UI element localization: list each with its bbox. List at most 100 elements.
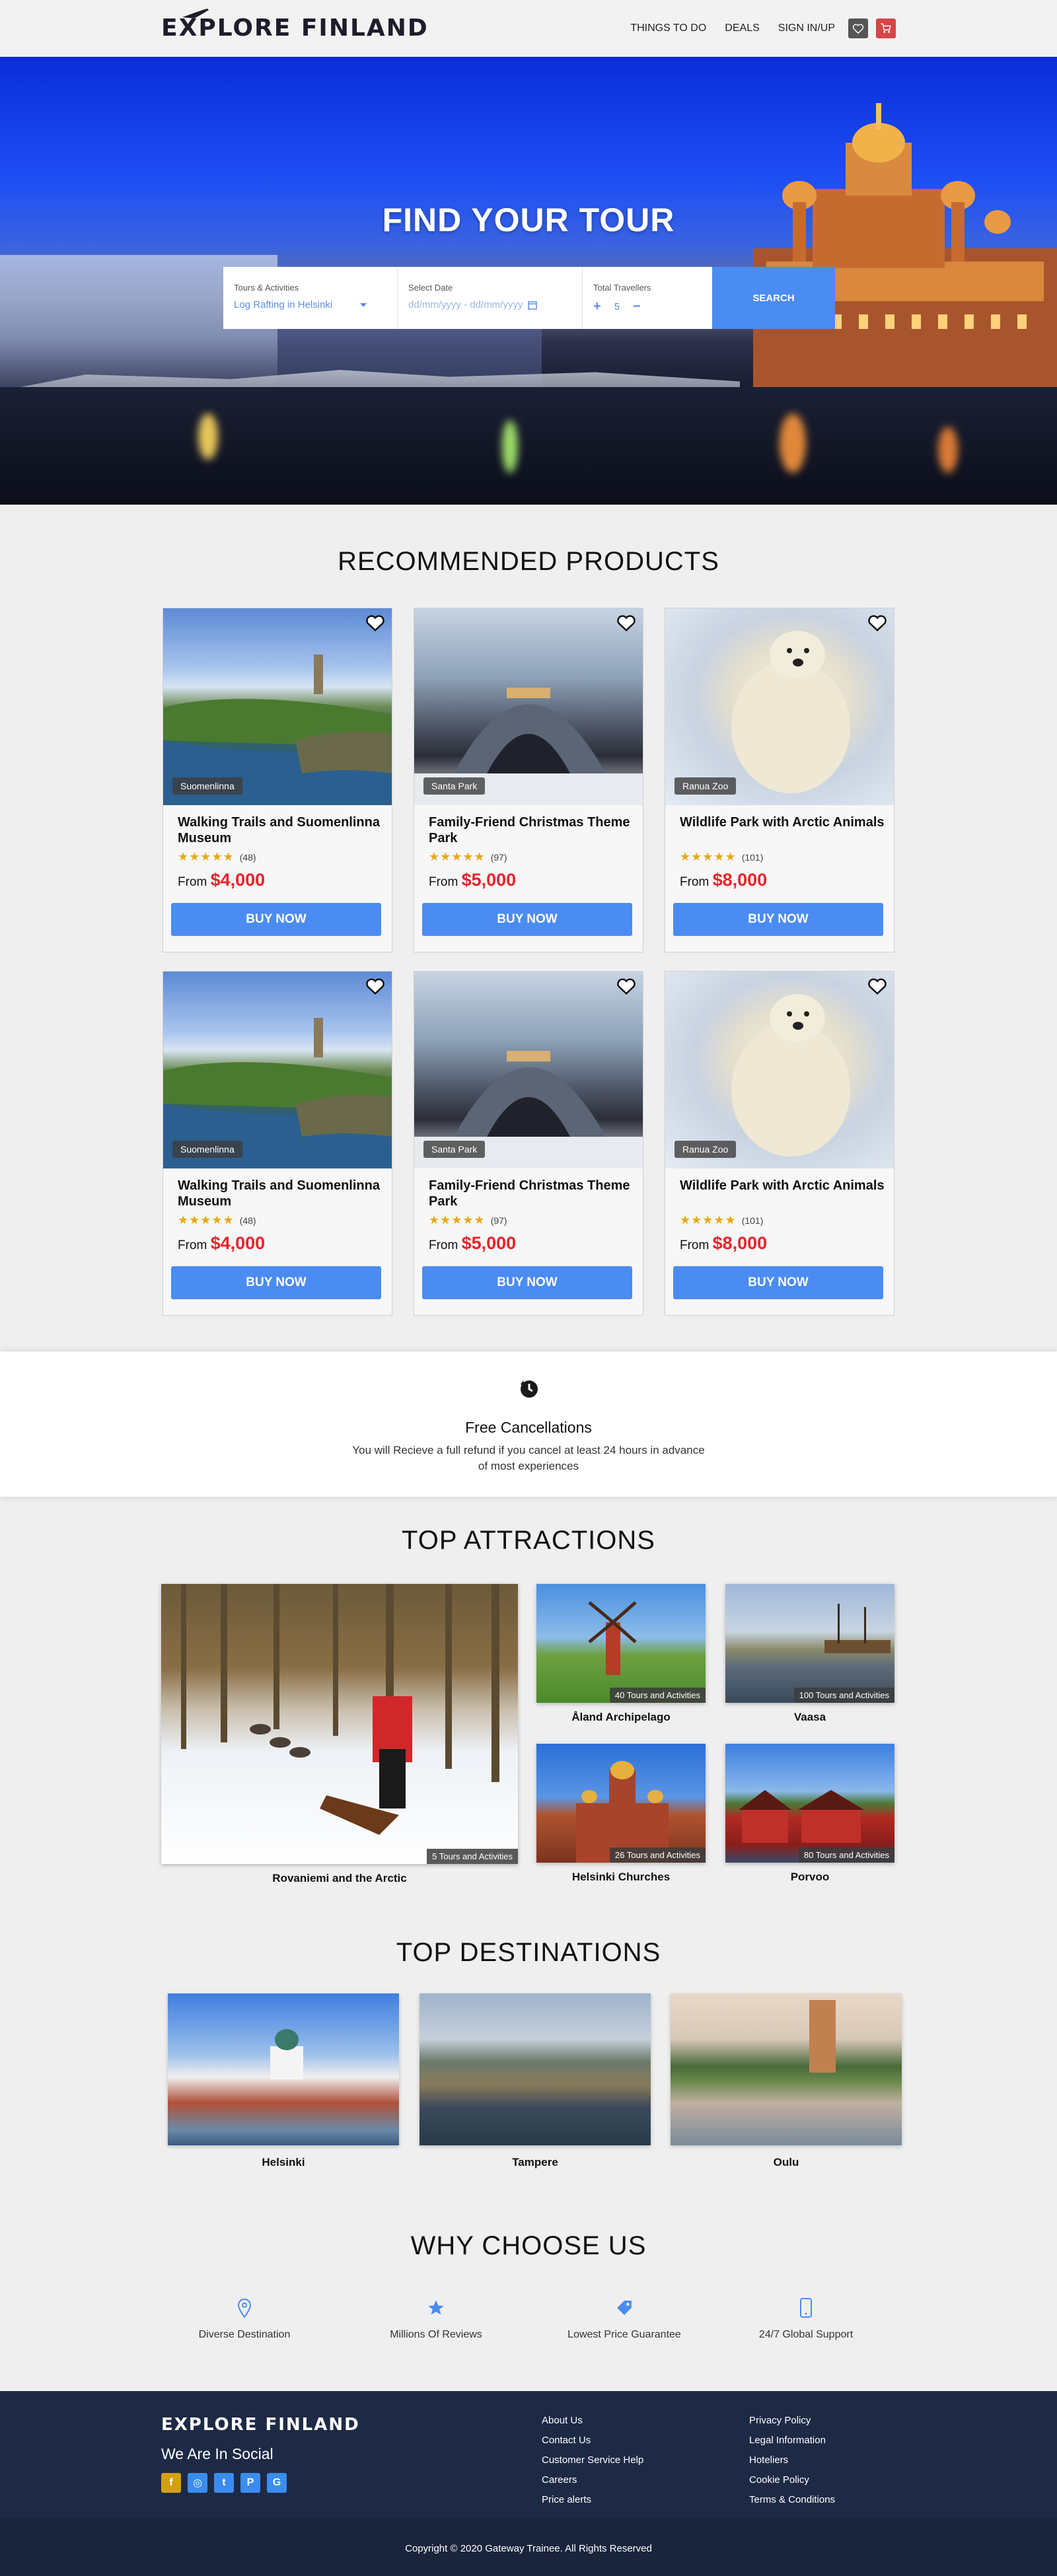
- cathedral-dome-illustration: [270, 2029, 303, 2079]
- tour-count: 40 Tours and Activities: [609, 1688, 706, 1703]
- buy-now-button[interactable]: BUY NOW: [422, 903, 632, 936]
- product-name[interactable]: Family-Friend Christmas Theme Park: [429, 1178, 634, 1209]
- attraction-vaasa[interactable]: 100 Tours and Activities: [725, 1584, 894, 1703]
- buy-now-button[interactable]: BUY NOW: [673, 1266, 883, 1299]
- search-button[interactable]: SEARCH: [712, 267, 835, 329]
- product-image[interactable]: Ranua Zoo: [665, 608, 894, 805]
- santa-park-entrance: [414, 688, 643, 805]
- footer-link[interactable]: Customer Service Help: [542, 2451, 643, 2470]
- footer-link[interactable]: Hoteliers: [749, 2451, 835, 2470]
- travellers-stepper: + 5 −: [593, 299, 702, 314]
- cathedral-illustration: [753, 103, 1057, 413]
- star-rating-icon: ★★★★★: [178, 1213, 235, 1227]
- attraction-rovaniemi[interactable]: 5 Tours and Activities: [161, 1584, 518, 1864]
- attraction-helsinki-churches[interactable]: 26 Tours and Activities: [536, 1744, 706, 1863]
- product-image[interactable]: Ranua Zoo: [665, 972, 894, 1168]
- cart-button[interactable]: [876, 18, 896, 38]
- attraction-porvoo[interactable]: 80 Tours and Activities: [725, 1744, 894, 1863]
- main-nav: THINGS TO DO DEALS SIGN IN/UP: [630, 18, 896, 38]
- footer-logo[interactable]: EXPLORE FINLAND: [161, 2415, 360, 2435]
- location-tag: Santa Park: [423, 1141, 486, 1158]
- review-count: (97): [490, 851, 507, 863]
- product-card[interactable]: Suomenlinna Walking Trails and Suomenlinn…: [163, 971, 392, 1316]
- attraction-label: Rovaniemi and the Arctic: [272, 1872, 407, 1884]
- product-name[interactable]: Walking Trails and Suomenlinna Museum: [178, 814, 383, 846]
- product-name[interactable]: Wildlife Park with Arctic Animals: [680, 1178, 885, 1194]
- heart-icon[interactable]: [867, 977, 887, 995]
- footer-link[interactable]: Contact Us: [542, 2431, 643, 2451]
- instagram-icon[interactable]: ◎: [188, 2473, 207, 2493]
- tours-field[interactable]: Tours & Activities Log Rafting in Helsin…: [223, 267, 398, 329]
- product-card[interactable]: Ranua Zoo Wildlife Park with Arctic Anima…: [665, 971, 894, 1316]
- star-icon: [428, 2300, 444, 2315]
- destination-label: Oulu: [773, 2156, 799, 2168]
- facebook-icon[interactable]: f: [161, 2473, 181, 2493]
- tour-count: 26 Tours and Activities: [609, 1847, 706, 1863]
- product-name[interactable]: Walking Trails and Suomenlinna Museum: [178, 1178, 383, 1209]
- buy-now-button[interactable]: BUY NOW: [673, 903, 883, 936]
- plus-icon[interactable]: +: [593, 299, 601, 314]
- heart-icon[interactable]: [365, 614, 385, 632]
- heart-icon[interactable]: [616, 977, 636, 995]
- footer-link[interactable]: Privacy Policy: [749, 2411, 835, 2431]
- destination-oulu[interactable]: [671, 1993, 902, 2145]
- site-logo[interactable]: EXPLORE FINLAND: [161, 9, 429, 42]
- date-input[interactable]: dd/mm/yyyy - dd/mm/yyyy: [408, 299, 523, 310]
- product-price: From $8,000: [680, 870, 767, 890]
- footer-link[interactable]: Terms & Conditions: [749, 2490, 835, 2510]
- destination-helsinki[interactable]: [168, 1993, 399, 2145]
- attractions-title: TOP ATTRACTIONS: [402, 1526, 655, 1555]
- twitter-icon[interactable]: t: [214, 2473, 234, 2493]
- date-value-row: dd/mm/yyyy - dd/mm/yyyy: [408, 299, 571, 310]
- google-icon[interactable]: G: [267, 2473, 287, 2493]
- recommended-title: RECOMMENDED PRODUCTS: [338, 547, 719, 576]
- destination-label: Helsinki: [262, 2156, 305, 2168]
- footer-link[interactable]: Careers: [542, 2470, 643, 2490]
- nav-deals[interactable]: DEALS: [725, 22, 759, 34]
- minus-icon[interactable]: −: [633, 299, 641, 314]
- wishlist-button[interactable]: [848, 18, 868, 38]
- heart-icon[interactable]: [616, 614, 636, 632]
- hero-water: [0, 387, 1057, 505]
- product-card[interactable]: Santa Park Family-Friend Christmas Theme …: [414, 608, 643, 952]
- product-card[interactable]: Suomenlinna Walking Trails and Suomenlinn…: [163, 608, 392, 952]
- product-price: From $8,000: [680, 1233, 767, 1254]
- date-field[interactable]: Select Date dd/mm/yyyy - dd/mm/yyyy: [398, 267, 583, 329]
- nav-sign-in[interactable]: SIGN IN/UP: [778, 22, 835, 34]
- pinterest-icon[interactable]: P: [240, 2473, 260, 2493]
- buy-now-button[interactable]: BUY NOW: [422, 1266, 632, 1299]
- star-rating-icon: ★★★★★: [429, 850, 486, 863]
- footer-link[interactable]: Price alerts: [542, 2490, 643, 2510]
- product-image[interactable]: Suomenlinna: [163, 972, 392, 1168]
- product-name[interactable]: Family-Friend Christmas Theme Park: [429, 814, 634, 846]
- tour-search-form: Tours & Activities Log Rafting in Helsin…: [223, 267, 835, 329]
- attraction-label: Helsinki Churches: [571, 1871, 671, 1883]
- product-rating: ★★★★★ (48): [178, 850, 256, 864]
- attraction-aland[interactable]: 40 Tours and Activities: [536, 1584, 706, 1703]
- phone-icon: [800, 2298, 812, 2318]
- product-card[interactable]: Santa Park Family-Friend Christmas Theme …: [414, 971, 643, 1316]
- footer-link[interactable]: Cookie Policy: [749, 2470, 835, 2490]
- social-links: f ◎ t P G: [161, 2473, 287, 2493]
- product-image[interactable]: Suomenlinna: [163, 608, 392, 805]
- site-header: EXPLORE FINLAND THINGS TO DO DEALS SIGN …: [0, 0, 1057, 57]
- product-name[interactable]: Wildlife Park with Arctic Animals: [680, 814, 885, 830]
- product-image[interactable]: Santa Park: [414, 972, 643, 1168]
- footer-link[interactable]: Legal Information: [749, 2431, 835, 2451]
- attraction-label: Porvoo: [790, 1871, 830, 1883]
- product-card[interactable]: Ranua Zoo Wildlife Park with Arctic Anima…: [665, 608, 894, 952]
- footer-link[interactable]: About Us: [542, 2411, 643, 2431]
- heart-icon[interactable]: [365, 977, 385, 995]
- why-item-reviews: Millions Of Reviews: [363, 2295, 509, 2341]
- heart-icon[interactable]: [867, 614, 887, 632]
- tours-select[interactable]: Log Rafting in Helsinki: [234, 299, 332, 310]
- site-footer: EXPLORE FINLAND We Are In Social f ◎ t P…: [0, 2391, 1057, 2576]
- hero-banner: FIND YOUR TOUR Tours & Activities Log Ra…: [0, 57, 1057, 505]
- buy-now-button[interactable]: BUY NOW: [171, 1266, 381, 1299]
- destination-tampere[interactable]: [419, 1993, 651, 2145]
- polar-bear: [731, 631, 850, 793]
- free-cancellation-banner: Free Cancellations You will Recieve a fu…: [0, 1351, 1057, 1497]
- buy-now-button[interactable]: BUY NOW: [171, 903, 381, 936]
- product-image[interactable]: Santa Park: [414, 608, 643, 805]
- nav-things-to-do[interactable]: THINGS TO DO: [630, 22, 706, 34]
